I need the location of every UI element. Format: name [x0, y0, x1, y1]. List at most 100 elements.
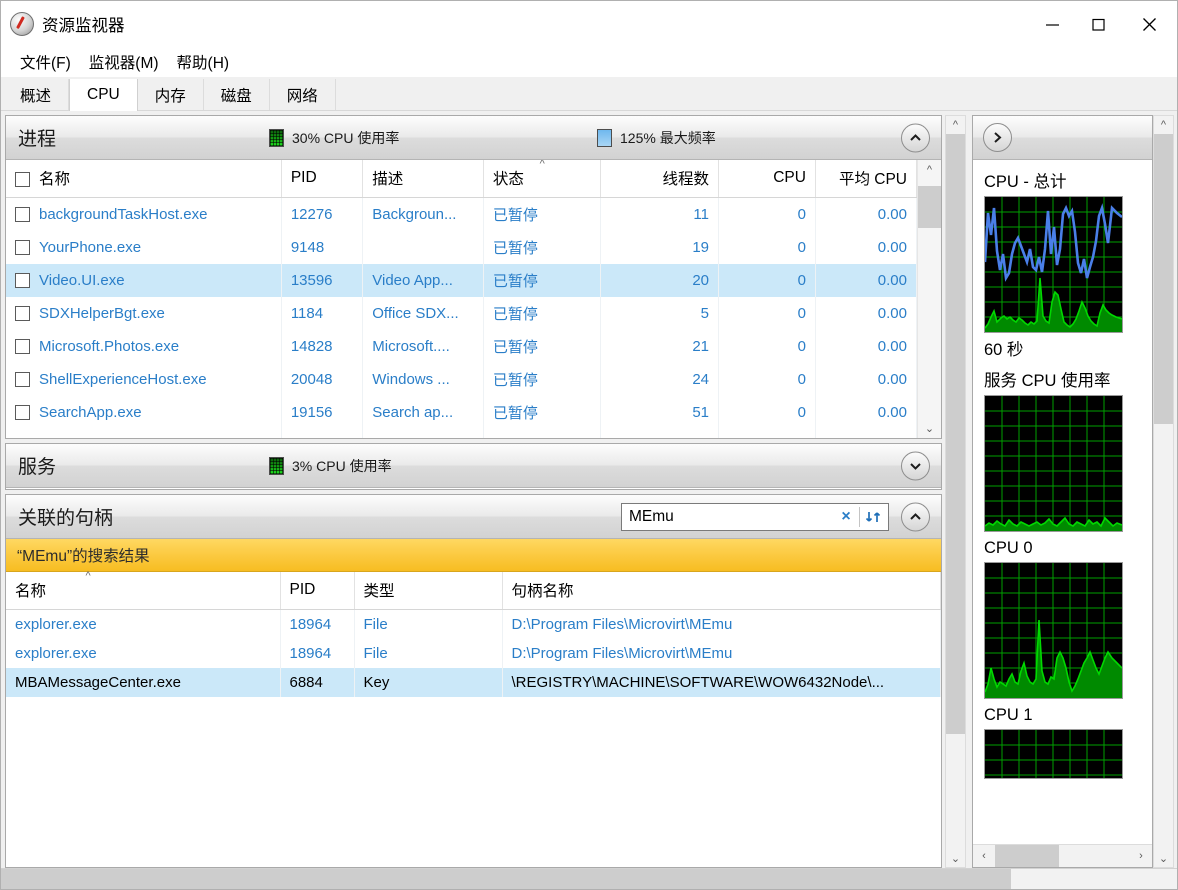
tab-network[interactable]: 网络 [269, 79, 336, 110]
menu-monitor[interactable]: 监视器(M) [80, 49, 168, 75]
scroll-down-icon[interactable]: ⌄ [946, 849, 965, 867]
col-header-avg-cpu[interactable]: 平均 CPU [815, 160, 917, 198]
row-checkbox[interactable] [15, 339, 30, 354]
table-row[interactable]: SearchApp.exe 19156 Search ap... 已暂停 51 … [6, 396, 917, 429]
processes-list-scrollbar[interactable]: ^ ⌄ [917, 160, 941, 438]
cell-status: 已暂停 [483, 297, 602, 330]
handles-collapse-button[interactable] [901, 502, 930, 531]
col-header-pid[interactable]: PID [281, 160, 364, 198]
row-checkbox[interactable] [15, 405, 30, 420]
services-panel-header[interactable]: 服务 3% CPU 使用率 [6, 444, 941, 488]
col-header-cpu[interactable]: CPU [718, 160, 816, 198]
table-row[interactable]: svchost.exe (LocalService -p) 1296 Windo… [6, 429, 917, 438]
window-controls [1029, 1, 1177, 47]
table-row[interactable]: explorer.exe 18964 File D:\Program Files… [6, 609, 941, 639]
services-expand-button[interactable] [901, 451, 930, 480]
tab-memory[interactable]: 内存 [137, 79, 204, 110]
table-row[interactable]: backgroundTaskHost.exe 12276 Backgroun..… [6, 197, 917, 231]
sidebar-hscroll-track[interactable] [995, 845, 1130, 867]
col-header-status[interactable]: ^ 状态 [483, 160, 602, 198]
cell-description [362, 231, 484, 264]
processes-scroll-track[interactable] [918, 180, 941, 418]
sidebar-horizontal-scrollbar[interactable]: ‹ › [973, 844, 1152, 867]
col-header-threads[interactable]: 线程数 [600, 160, 719, 198]
graph-label-service-cpu: 服务 CPU 使用率 [984, 372, 1111, 390]
clear-search-icon[interactable]: × [833, 508, 859, 526]
processes-panel-header[interactable]: 进程 30% CPU 使用率 125% 最大频率 [6, 116, 941, 160]
table-row[interactable]: YourPhone.exe 9148 已暂停 19 0 0.00 [6, 231, 917, 264]
col-header-handle-pid[interactable]: PID [280, 572, 355, 610]
row-checkbox[interactable] [15, 240, 30, 255]
cell-description: Windows ... [362, 363, 484, 396]
sidebar-vscroll-track[interactable] [1154, 134, 1173, 849]
processes-collapse-button[interactable] [901, 123, 930, 152]
refresh-search-icon[interactable] [860, 509, 888, 525]
close-button[interactable] [1121, 1, 1177, 47]
col-header-description[interactable]: 描述 [362, 160, 484, 198]
processes-header-row: 名称 PID 描述 ^ 状态 线程数 CPU 平均 CPU [6, 160, 917, 198]
tab-overview[interactable]: 概述 [3, 79, 70, 110]
scroll-down-icon[interactable]: ⌄ [918, 418, 941, 438]
handle-search-box[interactable]: MEmu × [621, 502, 889, 531]
sidebar-vertical-scrollbar[interactable]: ^ ⌄ [1153, 115, 1174, 868]
table-row[interactable]: ShellExperienceHost.exe 20048 Windows ..… [6, 363, 917, 396]
scroll-right-icon[interactable]: › [1130, 850, 1152, 862]
cpu-usage-swatch-icon [269, 128, 284, 147]
services-panel-title: 服务 [18, 457, 57, 478]
resource-monitor-icon [10, 12, 34, 36]
cell-name: backgroundTaskHost.exe [6, 197, 282, 231]
cell-handle-type: File [354, 609, 503, 639]
main-body: 进程 30% CPU 使用率 125% 最大频率 名称 PID 描述 ^ 状态 … [1, 111, 1177, 868]
table-row[interactable]: SDXHelperBgt.exe 1184 Office SDX... 已暂停 … [6, 297, 917, 330]
minimize-button[interactable] [1029, 1, 1075, 47]
menu-file[interactable]: 文件(F) [11, 49, 80, 75]
graph-section-service-cpu: 服务 CPU 使用率 [984, 367, 1152, 532]
table-row[interactable]: Microsoft.Photos.exe 14828 Microsoft....… [6, 330, 917, 363]
select-all-checkbox[interactable] [15, 172, 30, 187]
menu-help[interactable]: 帮助(H) [168, 49, 239, 75]
col-header-handle-name[interactable]: ^ 名称 [6, 571, 281, 610]
left-pane-scroll-thumb[interactable] [946, 134, 965, 734]
cell-status: 正在运行 [483, 429, 602, 438]
scroll-up-icon[interactable]: ^ [1154, 116, 1173, 134]
window-horizontal-scrollbar[interactable] [1, 868, 1177, 889]
maximize-button[interactable] [1075, 1, 1121, 47]
left-pane-scroll-track[interactable] [946, 134, 965, 849]
search-input[interactable]: MEmu [622, 508, 833, 526]
left-pane-scrollbar[interactable]: ^ ⌄ [945, 115, 966, 868]
cell-status: 已暂停 [483, 197, 602, 231]
sidebar-hscroll-thumb[interactable] [995, 845, 1059, 867]
scroll-up-icon[interactable]: ^ [918, 160, 941, 180]
sidebar-vscroll-thumb[interactable] [1154, 134, 1173, 424]
table-row[interactable]: Video.UI.exe 13596 Video App... 已暂停 20 0… [6, 264, 917, 297]
cell-description: Microsoft.... [362, 330, 484, 363]
sidebar-expand-button[interactable] [983, 123, 1012, 152]
cell-cpu: 0 [718, 363, 816, 396]
processes-scroll-thumb[interactable] [918, 186, 941, 228]
row-checkbox[interactable] [15, 207, 30, 222]
scroll-up-icon[interactable]: ^ [946, 116, 965, 134]
resource-monitor-window: 资源监视器 文件(F) 监视器(M) 帮助(H) 概述 CPU 内存 磁盘 网络 [0, 0, 1178, 890]
cell-avg-cpu: 0.00 [815, 330, 917, 363]
col-header-name[interactable]: 名称 [6, 160, 282, 198]
cell-pid: 12276 [281, 197, 364, 231]
scroll-down-icon[interactable]: ⌄ [1154, 849, 1173, 867]
table-row[interactable]: MBAMessageCenter.exe 6884 Key \REGISTRY\… [6, 668, 941, 697]
handles-panel-title: 关联的句柄 [18, 508, 114, 529]
scroll-left-icon[interactable]: ‹ [973, 850, 995, 862]
col-header-handle-type[interactable]: 类型 [354, 572, 503, 610]
window-hscroll-thumb[interactable] [1, 869, 1011, 889]
col-header-handle-path[interactable]: 句柄名称 [502, 572, 941, 610]
window-hscroll-track[interactable] [1, 869, 1177, 889]
row-checkbox[interactable] [15, 273, 30, 288]
row-checkbox[interactable] [15, 306, 30, 321]
graph-service-cpu [984, 395, 1123, 532]
tab-cpu[interactable]: CPU [69, 79, 138, 111]
row-checkbox[interactable] [15, 372, 30, 387]
cell-threads: 51 [600, 396, 719, 429]
table-row[interactable]: explorer.exe 18964 File D:\Program Files… [6, 639, 941, 668]
handles-panel-header[interactable]: 关联的句柄 MEmu × [6, 495, 941, 539]
cell-avg-cpu: 0.00 [815, 396, 917, 429]
cell-handle-name: MBAMessageCenter.exe [6, 668, 281, 697]
tab-disk[interactable]: 磁盘 [203, 79, 270, 110]
